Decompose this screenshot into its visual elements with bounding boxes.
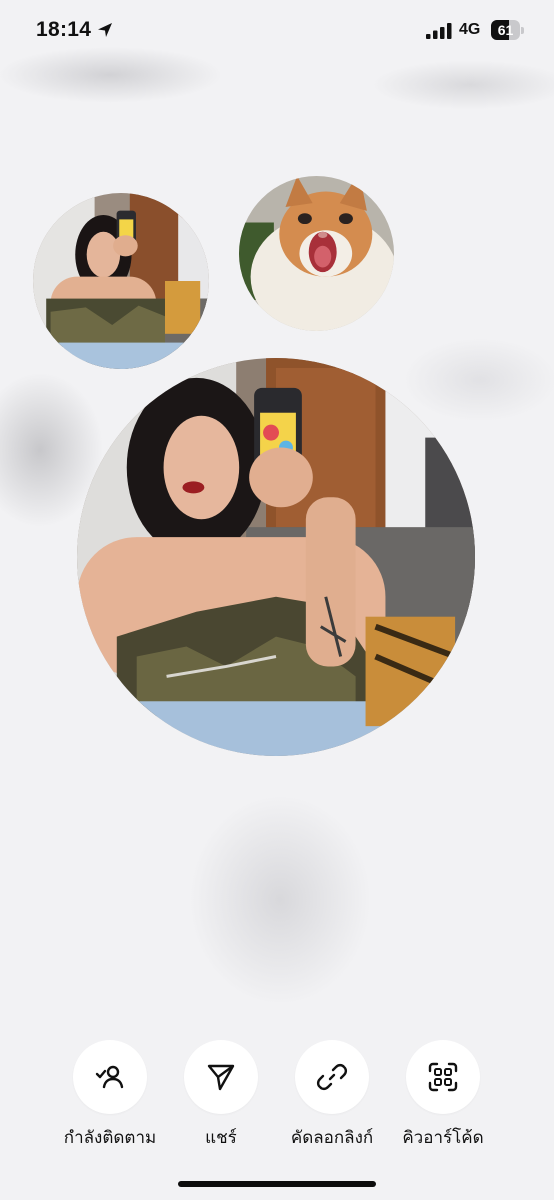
battery-level: 61 [497,22,514,38]
send-icon [207,1064,235,1091]
portrait-photo-icon [77,358,475,756]
copy-link-label: คัดลอกลิงก์ [290,1128,374,1148]
share-button-circle[interactable] [184,1040,258,1114]
following-button-circle[interactable] [73,1040,147,1114]
copy-link-button-circle[interactable] [295,1040,369,1114]
action-bar: กำลังติดตาม แชร์ คัดลอกลิงก์ คิวอาร์โค้ด [0,1040,554,1150]
home-indicator[interactable] [178,1181,376,1187]
cellular-signal-icon [426,23,452,39]
status-time: 18:14 [36,18,92,41]
cat-photo-icon [239,176,394,331]
profile-picture-option-1[interactable] [33,193,209,369]
profile-picture-preview[interactable] [77,358,475,756]
qr-code-button-circle[interactable] [406,1040,480,1114]
person-check-icon [95,1065,124,1089]
location-arrow-icon [98,23,112,37]
profile-picture-option-2[interactable] [239,176,394,331]
link-icon [316,1063,348,1091]
share-label: แชร์ [205,1128,237,1148]
qr-code-icon [428,1062,458,1092]
qr-code-label: คิวอาร์โค้ด [402,1128,484,1148]
battery-icon: 61 [491,20,524,40]
qr-code-button[interactable]: คิวอาร์โค้ด [378,1040,508,1151]
portrait-photo-icon [33,193,209,369]
following-label: กำลังติดตาม [63,1128,157,1148]
network-type: 4G [459,21,481,38]
status-bar: 18:14 4G 61 [0,0,554,62]
